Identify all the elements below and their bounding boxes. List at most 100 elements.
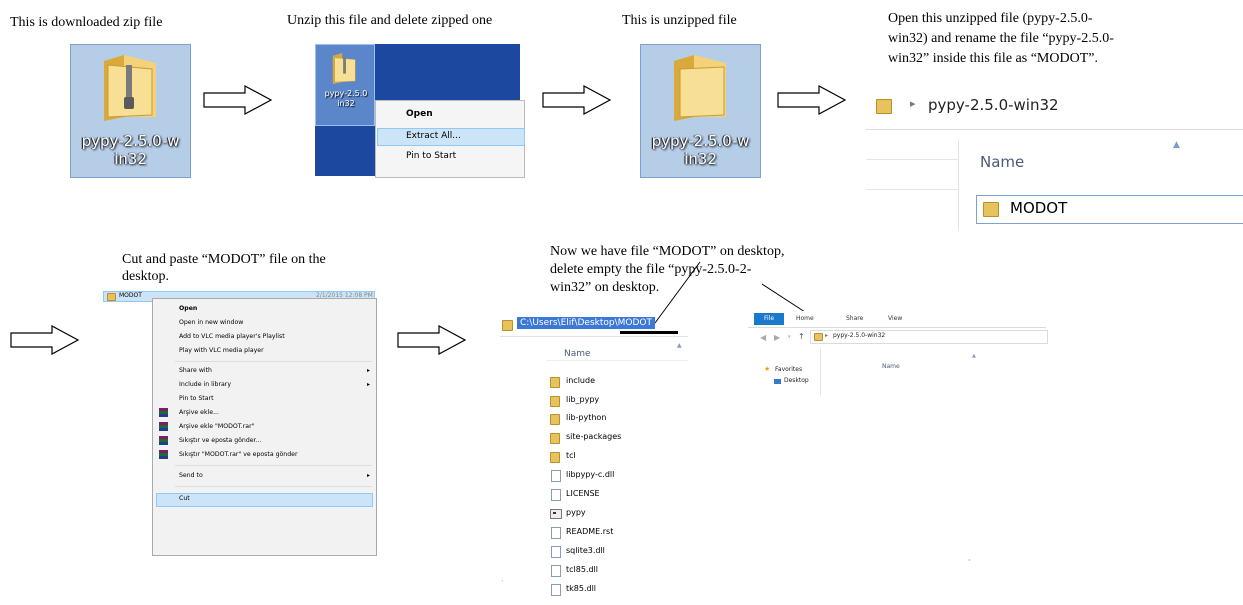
nav-pane: ★ Favorites Desktop xyxy=(748,349,821,395)
submenu-arrow-icon: ▸ xyxy=(366,472,370,479)
folder-icon xyxy=(550,414,560,425)
desktop-icon-zip-small[interactable]: pypy-2.5.0 in32 xyxy=(315,44,375,126)
dll-file-icon xyxy=(551,584,561,596)
list-item[interactable]: tcl xyxy=(566,451,576,460)
desktop-icon-zip[interactable]: pypy-2.5.0-w in32 xyxy=(70,44,191,178)
tab-view[interactable]: View xyxy=(888,315,902,322)
arrow-right-icon xyxy=(542,85,612,115)
breadcrumb-path[interactable]: pypy-2.5.0-win32 xyxy=(928,96,1059,114)
submenu-arrow-icon: ▸ xyxy=(366,367,370,374)
menu-item-open[interactable]: Open xyxy=(179,305,197,312)
breadcrumb-path[interactable]: pypy-2.5.0-win32 xyxy=(833,332,885,339)
list-item[interactable]: tk85.dll xyxy=(566,584,596,593)
desktop-icon-folder[interactable]: pypy-2.5.0-w in32 xyxy=(640,44,761,178)
list-item[interactable]: LICENSE xyxy=(566,489,600,498)
divider xyxy=(500,336,688,337)
icon-label-line-1: pypy-2.5.0 xyxy=(324,89,368,98)
list-item[interactable]: pypy xyxy=(566,508,586,517)
menu-item-include-library[interactable]: Include in library xyxy=(179,381,231,388)
list-item[interactable]: libpypy-c.dll xyxy=(566,470,614,479)
menu-item-archive-add[interactable]: Arşive ekle... xyxy=(179,409,219,416)
menu-item-compress-email[interactable]: Sıkıştır ve eposta gönder... xyxy=(179,437,261,444)
list-item[interactable]: lib_pypy xyxy=(566,395,599,404)
divider xyxy=(546,360,688,361)
menu-item-extract-all[interactable]: Extract All... xyxy=(406,131,461,141)
icon-label-line-1: pypy-2.5.0-w xyxy=(651,132,750,150)
folder-icon xyxy=(550,452,560,463)
folder-icon xyxy=(550,377,560,388)
menu-separator xyxy=(175,361,372,362)
menu-item-share-with[interactable]: Share with xyxy=(179,367,212,374)
menu-item-pin-to-start[interactable]: Pin to Start xyxy=(179,395,214,402)
desktop-context-extract: pypy-2.5.0 in32 Open Extract All... Pin … xyxy=(315,44,525,178)
column-header-name[interactable]: Name xyxy=(564,349,591,359)
list-item[interactable]: include xyxy=(566,376,595,385)
exe-file-icon xyxy=(550,509,562,519)
list-item[interactable]: lib-python xyxy=(566,413,606,422)
divider xyxy=(866,189,958,190)
menu-item-pin-to-start[interactable]: Pin to Start xyxy=(406,151,456,161)
winrar-icon xyxy=(159,422,168,431)
address-path-selected[interactable]: C:\Users\Elif\Desktop\MODOT xyxy=(517,317,655,329)
folder-icon xyxy=(876,99,892,114)
tab-share[interactable]: Share xyxy=(846,315,863,322)
menu-item-vlc-play[interactable]: Play with VLC media player xyxy=(179,347,264,354)
text-file-icon xyxy=(551,489,561,501)
menu-item-open[interactable]: Open xyxy=(406,109,433,119)
context-menu: Open Extract All... Pin to Start xyxy=(375,100,525,178)
folder-item-modot[interactable]: MODOT xyxy=(976,195,1243,224)
nav-item-favorites[interactable]: Favorites xyxy=(775,366,802,373)
menu-item-send-to[interactable]: Send to xyxy=(179,472,203,479)
desktop-icon xyxy=(774,379,781,384)
column-header-name[interactable]: Name xyxy=(882,363,900,370)
address-bar[interactable]: ▸ pypy-2.5.0-win32 xyxy=(810,330,1048,344)
menu-item-open-new-window[interactable]: Open in new window xyxy=(179,319,243,326)
sort-up-icon: ▲ xyxy=(677,342,682,349)
menu-item-compress-modot-email[interactable]: Sıkıştır "MODOT.rar" ve eposta gönder xyxy=(179,451,298,458)
star-icon: ★ xyxy=(764,365,771,373)
explorer-window-rename: ▸ pypy-2.5.0-win32 ▲ Name MODOT xyxy=(866,85,1243,230)
forward-button-icon[interactable]: ▶ xyxy=(774,333,780,342)
up-button-icon[interactable]: ↑ xyxy=(798,332,805,341)
folder-icon xyxy=(983,202,999,217)
column-header-name[interactable]: Name xyxy=(980,153,1024,171)
list-item[interactable]: site-packages xyxy=(566,432,621,441)
arrow-right-icon xyxy=(10,325,80,355)
winrar-icon xyxy=(159,436,168,445)
nav-item-desktop[interactable]: Desktop xyxy=(784,377,809,384)
folder-name-modot: MODOT xyxy=(1010,199,1068,217)
dll-file-icon xyxy=(551,565,561,577)
icon-label-line-2: in32 xyxy=(684,150,717,168)
explorer-window-empty: File Home Share View ◀ ▶ ▾ ↑ ▸ pypy-2.5.… xyxy=(748,311,1048,395)
menu-separator xyxy=(175,465,372,466)
arrow-right-icon xyxy=(777,85,847,115)
back-button-icon[interactable]: ◀ xyxy=(760,333,766,342)
sort-up-icon: ▲ xyxy=(1173,140,1180,150)
divider xyxy=(866,159,958,160)
submenu-arrow-icon: ▸ xyxy=(366,381,370,388)
stray-dot: · xyxy=(968,556,971,565)
menu-item-archive-add-modot[interactable]: Arşive ekle "MODOT.rar" xyxy=(179,423,254,430)
dll-file-icon xyxy=(551,470,561,482)
tab-file[interactable]: File xyxy=(754,313,784,325)
folder-icon xyxy=(500,318,516,332)
scroll-dot: · xyxy=(501,577,504,586)
menu-item-vlc-playlist[interactable]: Add to VLC media player's Playlist xyxy=(179,333,285,340)
list-item[interactable]: sqlite3.dll xyxy=(566,546,605,555)
text-file-icon xyxy=(551,527,561,539)
menu-item-cut[interactable]: Cut xyxy=(179,495,190,502)
address-bar[interactable]: ▸ pypy-2.5.0-win32 xyxy=(866,85,1243,130)
list-item[interactable]: tcl85.dll xyxy=(566,565,598,574)
list-item[interactable]: README.rst xyxy=(566,527,613,536)
breadcrumb-chevron-icon: ▸ xyxy=(910,97,916,110)
recent-dropdown-icon[interactable]: ▾ xyxy=(788,334,791,340)
tab-home[interactable]: Home xyxy=(796,315,814,322)
ribbon-tabs: File Home Share View xyxy=(748,311,1046,328)
folder-icon xyxy=(550,433,560,444)
icon-label-line-1: pypy-2.5.0-w xyxy=(81,132,180,150)
folder-icon xyxy=(107,293,116,301)
nav-pane xyxy=(866,139,959,230)
zip-folder-icon xyxy=(104,55,156,121)
menu-separator xyxy=(175,486,372,487)
folder-icon xyxy=(674,55,726,121)
